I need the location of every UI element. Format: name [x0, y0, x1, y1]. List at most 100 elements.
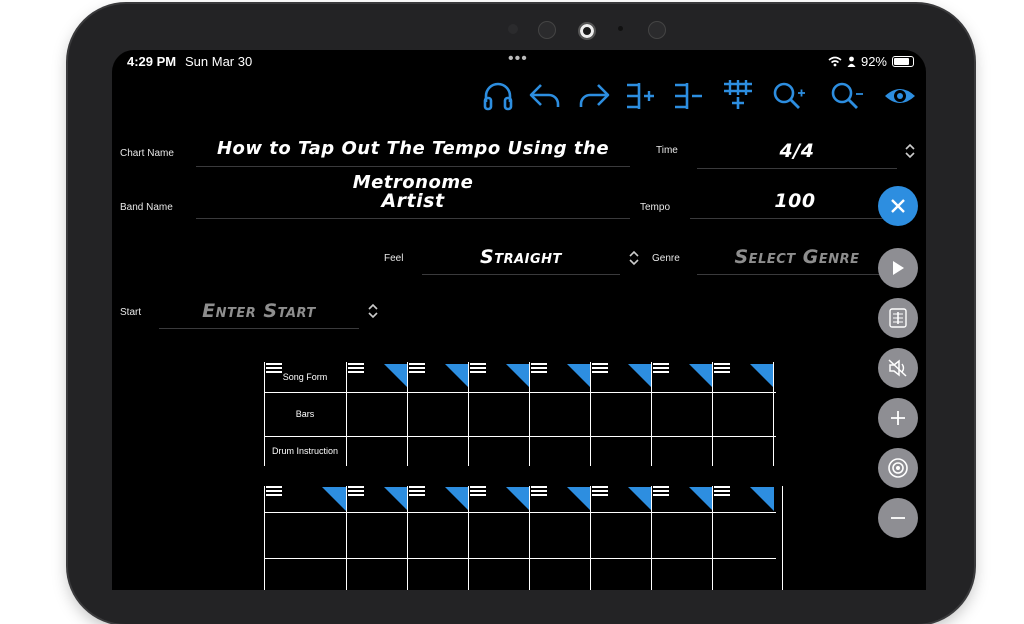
add-button[interactable] [878, 398, 918, 438]
measure-menu-icon[interactable] [714, 486, 730, 498]
close-icon [891, 199, 905, 213]
measure-divider [407, 486, 408, 590]
status-right: 92% [828, 54, 914, 69]
measure-marker[interactable] [628, 364, 652, 388]
measure-divider [529, 362, 530, 466]
measure-menu-icon[interactable] [592, 486, 608, 498]
measure-marker[interactable] [689, 487, 713, 511]
measure-marker[interactable] [445, 487, 469, 511]
multitasking-dots[interactable]: ••• [508, 50, 528, 68]
measure-menu-icon[interactable] [714, 363, 730, 375]
measure-menu-icon[interactable] [470, 486, 486, 498]
remove-measure-button[interactable] [672, 76, 708, 116]
headphones-icon [483, 82, 513, 111]
grid-border [264, 362, 265, 466]
start-label: Start [120, 307, 142, 318]
measure-marker[interactable] [567, 364, 591, 388]
mute-button[interactable] [878, 348, 918, 388]
grid-label-bars: Bars [295, 409, 315, 419]
measure-menu-icon[interactable] [266, 363, 282, 375]
zoom-in-icon [773, 82, 805, 109]
measure-divider [529, 486, 530, 590]
grid-label-drum-instruction: Drum Instruction [271, 446, 339, 456]
measure-menu-icon[interactable] [531, 363, 547, 375]
measure-marker[interactable] [384, 487, 408, 511]
measure-marker[interactable] [445, 364, 469, 388]
measure-divider [468, 486, 469, 590]
undo-button[interactable] [527, 76, 563, 116]
measure-marker[interactable] [750, 487, 774, 511]
add-line-icon [724, 80, 752, 109]
measure-marker[interactable] [506, 487, 530, 511]
chart-name-field[interactable]: How to Tap Out The Tempo Using the Metro… [196, 132, 630, 193]
target-button[interactable] [878, 448, 918, 488]
view-toggle-button[interactable] [882, 76, 918, 116]
measure-marker[interactable] [506, 364, 530, 388]
measure-divider [346, 486, 347, 590]
genre-field[interactable]: Select Genre [697, 240, 897, 275]
time-stepper-icon[interactable] [903, 142, 917, 160]
band-name-field[interactable]: Artist [196, 184, 630, 219]
tempo-field[interactable]: 100 [690, 184, 900, 219]
plus-icon [891, 411, 905, 425]
measure-menu-icon[interactable] [348, 486, 364, 498]
feel-label: Feel [384, 253, 404, 264]
redo-icon [579, 84, 610, 107]
zoom-out-icon [831, 82, 863, 109]
measure-marker[interactable] [689, 364, 713, 388]
measure-marker[interactable] [628, 487, 652, 511]
grid-divider [264, 512, 776, 513]
feel-field[interactable]: Straight [422, 240, 620, 275]
status-bar: 4:29 PM Sun Mar 30 ••• 92% [112, 50, 926, 72]
measure-menu-icon[interactable] [470, 363, 486, 375]
wifi-icon [828, 56, 842, 67]
measure-marker[interactable] [384, 364, 408, 388]
eye-icon [885, 89, 915, 103]
measure-divider [651, 486, 652, 590]
measure-menu-icon[interactable] [348, 363, 364, 375]
status-time: 4:29 PM [127, 54, 177, 69]
measure-menu-icon[interactable] [266, 486, 282, 498]
start-picker-icon[interactable] [366, 302, 380, 320]
minus-icon [891, 517, 905, 519]
add-line-button[interactable] [720, 76, 756, 116]
measure-marker[interactable] [750, 364, 774, 388]
headphones-button[interactable] [480, 76, 516, 116]
play-icon [893, 261, 904, 275]
measure-menu-icon[interactable] [653, 363, 669, 375]
undo-icon [529, 84, 560, 107]
grid-divider [264, 436, 776, 437]
measure-marker[interactable] [322, 487, 346, 511]
zoom-in-button[interactable] [770, 76, 806, 116]
close-button[interactable] [878, 186, 918, 226]
chart-name-label: Chart Name [120, 148, 174, 159]
measure-menu-icon[interactable] [409, 486, 425, 498]
grid-divider [264, 392, 776, 393]
measure-divider [712, 362, 713, 466]
zoom-out-button[interactable] [828, 76, 864, 116]
add-measure-icon [627, 83, 654, 109]
add-measure-button[interactable] [624, 76, 660, 116]
measure-menu-icon[interactable] [592, 363, 608, 375]
measure-divider [590, 362, 591, 466]
remove-button[interactable] [878, 498, 918, 538]
feel-picker-icon[interactable] [627, 249, 641, 267]
measure-divider [590, 486, 591, 590]
start-field[interactable]: Enter Start [159, 294, 359, 329]
battery-percent: 92% [860, 54, 887, 69]
measure-divider [468, 362, 469, 466]
measure-menu-icon[interactable] [531, 486, 547, 498]
grid-divider [264, 558, 776, 559]
remove-measure-icon [675, 83, 702, 109]
music-sheet-icon [889, 308, 907, 328]
measure-divider [407, 362, 408, 466]
music-sheet-button[interactable] [878, 298, 918, 338]
measure-menu-icon[interactable] [409, 363, 425, 375]
measure-divider [712, 486, 713, 590]
measure-marker[interactable] [567, 487, 591, 511]
measure-menu-icon[interactable] [653, 486, 669, 498]
play-button[interactable] [878, 248, 918, 288]
time-field[interactable]: 4/4 [697, 134, 897, 169]
battery-icon [892, 56, 914, 67]
redo-button[interactable] [576, 76, 612, 116]
